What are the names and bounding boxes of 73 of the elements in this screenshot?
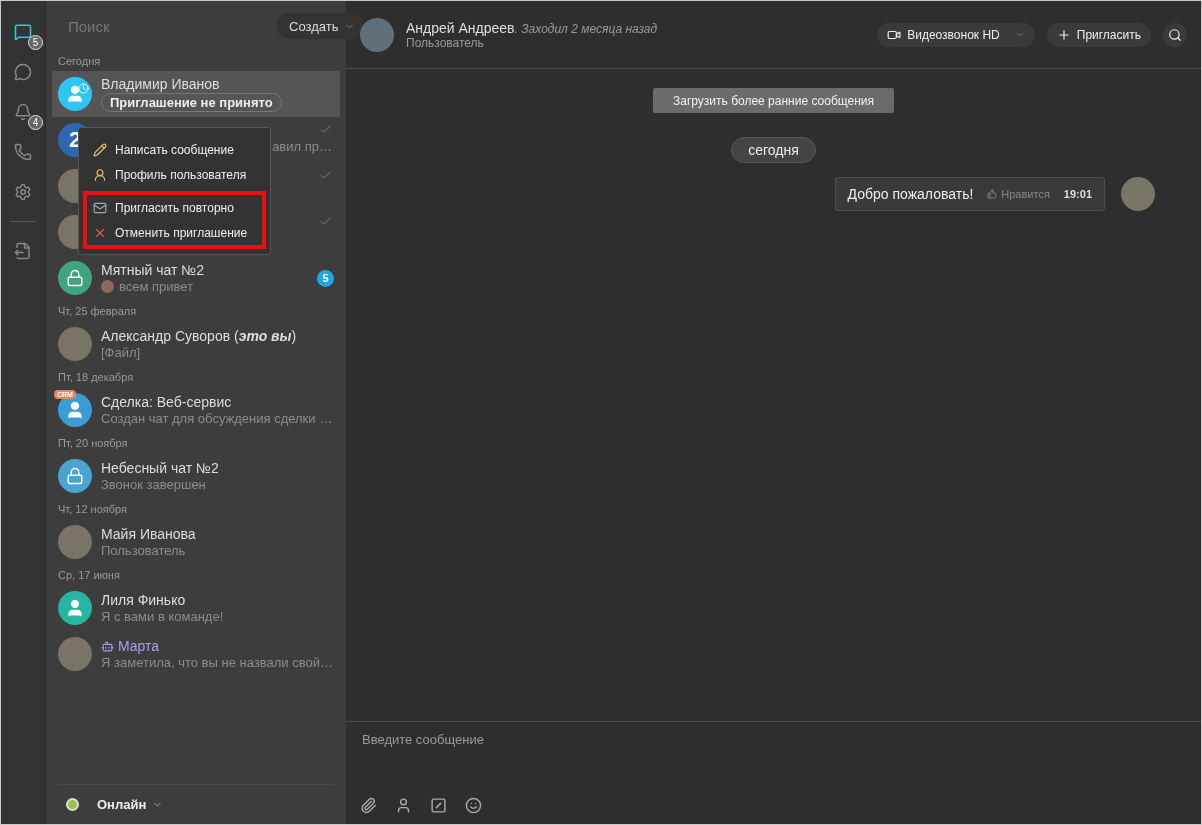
unread-badge: 5	[317, 269, 334, 287]
chat-item[interactable]: Марта Я заметила, что вы не назвали свой…	[52, 631, 340, 677]
invite-button[interactable]: Пригласить	[1046, 22, 1151, 47]
date-heading: Чт, 25 февраля	[57, 304, 138, 319]
date-pill: сегодня	[731, 137, 816, 163]
slash-icon[interactable]	[430, 797, 447, 814]
load-more-button[interactable]: Загрузить более ранние сообщения	[653, 88, 894, 113]
plus-icon	[1056, 27, 1071, 42]
chat-item[interactable]: Лиля Финько Я с вами в команде!	[52, 585, 340, 631]
search-icon	[1168, 27, 1182, 42]
avatar-photo	[58, 327, 92, 361]
chat-preview: Создан чат для обсуждения сделки …	[101, 411, 333, 426]
date-heading: Чт, 12 ноября	[57, 502, 128, 517]
lock-icon	[66, 467, 84, 485]
thumbs-up-icon	[987, 189, 998, 199]
smile-icon[interactable]	[465, 797, 482, 814]
video-button[interactable]: Видеозвонок HD	[877, 22, 1035, 47]
create-button[interactable]: Создать	[277, 13, 366, 39]
message-text: Добро пожаловать!	[847, 186, 974, 202]
speech-bubble-icon[interactable]	[12, 61, 34, 83]
date-heading: Пт, 18 декабря	[57, 370, 135, 385]
avatar-photo	[1121, 177, 1155, 211]
avatar-photo	[58, 637, 92, 671]
menu-item[interactable]: Написать сообщение	[87, 137, 262, 162]
menu-item[interactable]: Отменить приглашение	[87, 220, 262, 245]
user-icon	[65, 84, 85, 104]
presence-button[interactable]: Онлайн	[91, 796, 170, 813]
contact-name: Андрей Андреев. Заходил 2 месяца назад	[406, 19, 659, 36]
chat-preview: [Файл]	[101, 345, 141, 360]
chat-preview: Звонок завершен	[101, 477, 206, 492]
message-input[interactable]: Введите сообщение	[360, 730, 1187, 752]
chat-item[interactable]: Мятный чат №2 всем привет 5	[52, 255, 340, 301]
chat-item[interactable]: Небесный чат №2 Звонок завершен	[52, 453, 340, 499]
message-time: 19:01	[1063, 188, 1092, 200]
chat-name: Александр Суворов (это вы)	[101, 328, 298, 344]
lock-icon	[66, 269, 84, 287]
chat-name: Небесный чат №2	[101, 460, 220, 476]
chat-preview: авил пр…	[272, 139, 332, 154]
chat-item[interactable]: Владимир Иванов Приглашение не принято	[52, 71, 340, 117]
chat-name: Майя Иванова	[101, 526, 197, 542]
count-badge: 5	[28, 35, 43, 50]
menu-item[interactable]: Профиль пользователя	[87, 162, 262, 187]
paperclip-icon[interactable]	[360, 797, 377, 814]
bot-icon	[101, 640, 114, 653]
date-heading: Пт, 20 ноября	[57, 436, 129, 451]
chat-name: Владимир Иванов	[101, 76, 221, 92]
chat-preview: Я с вами в команде!	[101, 609, 224, 624]
contact-role: Пользователь	[406, 35, 484, 50]
chat-name: Мятный чат №2	[101, 262, 206, 278]
user-icon	[93, 167, 107, 182]
phone-icon[interactable]	[12, 141, 34, 163]
chat-preview: Я заметила, что вы не назвали свой…	[101, 655, 333, 670]
avatar-photo	[58, 525, 92, 559]
chat-item[interactable]: Майя Иванова Пользователь	[52, 519, 340, 565]
chat-name: Марта	[101, 638, 334, 654]
pencil-icon	[93, 142, 107, 157]
chat-item[interactable]: Александр Суворов (это вы) [Файл]	[52, 321, 340, 367]
count-badge: 4	[28, 115, 43, 130]
chat-name: Сделка: Веб-сервис	[101, 394, 233, 410]
user-icon	[65, 598, 85, 618]
menu-item[interactable]: Пригласить повторно	[87, 195, 262, 220]
date-heading: Сегодня	[57, 54, 102, 69]
chat-name: Лиля Финько	[101, 592, 187, 608]
clock-icon	[78, 83, 89, 94]
search-button[interactable]	[1163, 22, 1187, 47]
chat-preview: Пользователь	[101, 543, 186, 558]
envelope-icon	[93, 200, 107, 215]
chat-preview: всем привет	[119, 279, 194, 294]
date-heading: Ср, 17 июня	[57, 568, 121, 583]
user-icon[interactable]	[395, 797, 412, 814]
avatar-photo	[360, 17, 394, 52]
user-icon	[65, 400, 85, 420]
search-field[interactable]: Поиск	[66, 16, 269, 36]
